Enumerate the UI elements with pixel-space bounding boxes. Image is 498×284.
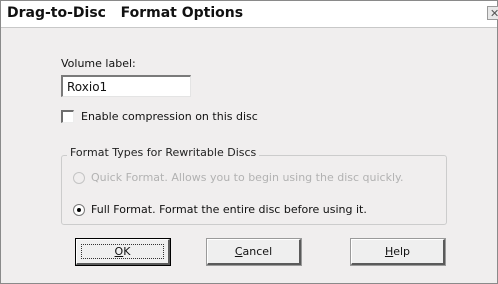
help-mnemonic: H <box>384 245 394 258</box>
cancel-label-rest: ancel <box>242 245 273 258</box>
format-options-dialog: Drag-to-Disc Format Options ✕ Volume lab… <box>0 0 498 284</box>
ok-button[interactable]: OK <box>76 239 170 265</box>
cancel-mnemonic: C <box>234 245 243 258</box>
help-label-rest: elp <box>393 245 411 258</box>
format-types-legend: Format Types for Rewritable Discs <box>67 146 260 159</box>
close-icon[interactable]: ✕ <box>487 6 498 20</box>
cancel-button[interactable]: Cancel <box>207 239 301 265</box>
radio-selected-dot <box>77 208 81 212</box>
full-format-label[interactable]: Full Format. Format the entire disc befo… <box>91 203 367 216</box>
volume-label-input[interactable] <box>61 75 191 97</box>
compression-checkbox[interactable] <box>61 110 74 123</box>
quick-format-radio <box>73 172 85 184</box>
volume-label-caption: Volume label: <box>61 57 136 70</box>
quick-format-label: Quick Format. Allows you to begin using … <box>91 171 404 184</box>
window-title: Drag-to-Disc Format Options <box>7 5 244 21</box>
full-format-radio[interactable] <box>73 204 85 216</box>
help-button[interactable]: Help <box>351 239 445 265</box>
compression-checkbox-label[interactable]: Enable compression on this disc <box>81 110 258 123</box>
focus-rect <box>81 244 164 259</box>
title-bar[interactable]: Drag-to-Disc Format Options ✕ <box>1 1 498 28</box>
